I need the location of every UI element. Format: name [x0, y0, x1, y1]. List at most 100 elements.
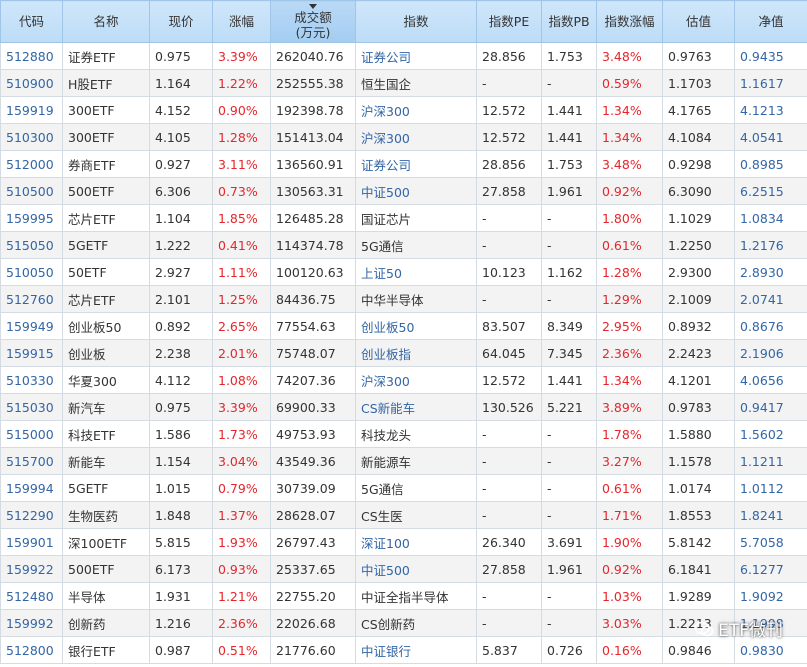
cell-code[interactable]: 512290	[0, 501, 63, 529]
cell-nav[interactable]: 2.8930	[734, 258, 807, 286]
cell-index[interactable]: 证券公司	[355, 150, 477, 178]
cell-nav[interactable]: 1.5602	[734, 420, 807, 448]
column-header-volume[interactable]: 成交额 (万元)	[270, 0, 356, 43]
cell-index[interactable]: 创业板指	[355, 339, 477, 367]
cell-nav[interactable]: 1.0834	[734, 204, 807, 232]
cell-index-change: 1.28%	[596, 258, 663, 286]
table-row[interactable]: 510900 H股ETF 1.164 1.22% 252555.38 恒生国企 - -0.59…	[0, 69, 807, 97]
column-header-index-pe[interactable]: 指数PE	[476, 0, 542, 43]
cell-nav[interactable]: 6.1277	[734, 555, 807, 583]
table-row[interactable]: 515030 新汽车 0.975 3.39% 69900.33 CS新能车 130.526 5…	[0, 393, 807, 421]
column-header-nav[interactable]: 净值	[734, 0, 807, 43]
cell-code[interactable]: 159994	[0, 474, 63, 502]
cell-code[interactable]: 512760	[0, 285, 63, 313]
cell-nav[interactable]: 6.2515	[734, 177, 807, 205]
cell-nav[interactable]: 4.0656	[734, 366, 807, 394]
column-header-price[interactable]: 现价	[149, 0, 213, 43]
cell-index-pe: -	[476, 204, 542, 232]
table-row[interactable]: 510330 华夏300 4.112 1.08% 74207.36 沪深300 12.572…	[0, 366, 807, 394]
cell-nav[interactable]: 1.1998	[734, 609, 807, 637]
cell-code[interactable]: 512480	[0, 582, 63, 610]
table-row[interactable]: 510050 50ETF 2.927 1.11% 100120.63 上证50 10.123…	[0, 258, 807, 286]
table-row[interactable]: 159992 创新药 1.216 2.36% 22026.68 CS创新药 - -3.03% 1…	[0, 609, 807, 637]
cell-index[interactable]: 证券公司	[355, 42, 477, 70]
cell-index[interactable]: 沪深300	[355, 366, 477, 394]
table-row[interactable]: 512000 券商ETF 0.927 3.11% 136560.91 证券公司 28.856…	[0, 150, 807, 178]
table-row[interactable]: 512290 生物医药 1.848 1.37% 28628.07 CS生医 - -1.71% 1…	[0, 501, 807, 529]
cell-code[interactable]: 510050	[0, 258, 63, 286]
cell-code[interactable]: 510330	[0, 366, 63, 394]
table-row[interactable]: 159995 芯片ETF 1.104 1.85% 126485.28 国证芯片 - -1.80…	[0, 204, 807, 232]
column-header-index[interactable]: 指数	[355, 0, 477, 43]
cell-code[interactable]: 159995	[0, 204, 63, 232]
cell-index[interactable]: 深证100	[355, 528, 477, 556]
table-row[interactable]: 515050 5GETF 1.222 0.41% 114374.78 5G通信 - -0.61…	[0, 231, 807, 259]
table-row[interactable]: 159919 300ETF 4.152 0.90% 192398.78 沪深300 12.5…	[0, 96, 807, 124]
cell-index[interactable]: 创业板50	[355, 312, 477, 340]
table-row[interactable]: 512760 芯片ETF 2.101 1.25% 84436.75 中华半导体 - -1.29…	[0, 285, 807, 313]
cell-code[interactable]: 515030	[0, 393, 63, 421]
cell-code[interactable]: 510500	[0, 177, 63, 205]
cell-valuation: 5.8142	[662, 528, 735, 556]
cell-volume: 192398.78	[270, 96, 356, 124]
cell-nav[interactable]: 0.9435	[734, 42, 807, 70]
cell-code[interactable]: 159949	[0, 312, 63, 340]
column-header-index-change[interactable]: 指数涨幅	[596, 0, 663, 43]
cell-nav[interactable]: 0.8676	[734, 312, 807, 340]
cell-code[interactable]: 512880	[0, 42, 63, 70]
table-row[interactable]: 159915 创业板 2.238 2.01% 75748.07 创业板指 64.045 7.3…	[0, 339, 807, 367]
cell-index[interactable]: 中证500	[355, 555, 477, 583]
cell-index[interactable]: 中证银行	[355, 636, 477, 664]
table-row[interactable]: 512880 证券ETF 0.975 3.39% 262040.76 证券公司 28.856…	[0, 42, 807, 70]
cell-code[interactable]: 159992	[0, 609, 63, 637]
cell-index[interactable]: CS新能车	[355, 393, 477, 421]
cell-nav[interactable]: 1.8241	[734, 501, 807, 529]
cell-code[interactable]: 159922	[0, 555, 63, 583]
cell-index[interactable]: 沪深300	[355, 96, 477, 124]
table-row[interactable]: 159922 500ETF 6.173 0.93% 25337.65 中证500 27.85…	[0, 555, 807, 583]
table-row[interactable]: 515700 新能车 1.154 3.04% 43549.36 新能源车 - -3.27% 1.…	[0, 447, 807, 475]
table-row[interactable]: 159901 深100ETF 5.815 1.93% 26797.43 深证100 26.3…	[0, 528, 807, 556]
cell-nav[interactable]: 0.9830	[734, 636, 807, 664]
cell-nav[interactable]: 2.1906	[734, 339, 807, 367]
cell-nav[interactable]: 1.2176	[734, 231, 807, 259]
cell-nav[interactable]: 1.1617	[734, 69, 807, 97]
cell-code[interactable]: 512000	[0, 150, 63, 178]
table-row[interactable]: 159994 5GETF 1.015 0.79% 30739.09 5G通信 - -0.61%…	[0, 474, 807, 502]
cell-nav[interactable]: 1.9092	[734, 582, 807, 610]
cell-price: 2.101	[149, 285, 213, 313]
cell-nav[interactable]: 0.8985	[734, 150, 807, 178]
cell-nav[interactable]: 2.0741	[734, 285, 807, 313]
cell-nav[interactable]: 0.9417	[734, 393, 807, 421]
cell-index[interactable]: 上证50	[355, 258, 477, 286]
cell-index[interactable]: 沪深300	[355, 123, 477, 151]
table-row[interactable]: 512800 银行ETF 0.987 0.51% 21776.60 中证银行 5.837 0.…	[0, 636, 807, 664]
table-row[interactable]: 515000 科技ETF 1.586 1.73% 49753.93 科技龙头 - -1.78%…	[0, 420, 807, 448]
cell-nav[interactable]: 4.0541	[734, 123, 807, 151]
table-row[interactable]: 510500 500ETF 6.306 0.73% 130563.31 中证500 27.8…	[0, 177, 807, 205]
column-header-valuation[interactable]: 估值	[662, 0, 735, 43]
cell-index-pb: 1.961	[541, 177, 597, 205]
column-header-change[interactable]: 涨幅	[212, 0, 271, 43]
cell-code[interactable]: 512800	[0, 636, 63, 664]
column-header-code[interactable]: 代码	[0, 0, 63, 43]
table-row[interactable]: 159949 创业板50 0.892 2.65% 77554.63 创业板50 83.507…	[0, 312, 807, 340]
cell-change: 0.93%	[212, 555, 271, 583]
table-row[interactable]: 512480 半导体 1.931 1.21% 22755.20 中证全指半导体 - -1.03…	[0, 582, 807, 610]
cell-code[interactable]: 510300	[0, 123, 63, 151]
cell-code[interactable]: 515000	[0, 420, 63, 448]
cell-code[interactable]: 159901	[0, 528, 63, 556]
cell-nav[interactable]: 4.1213	[734, 96, 807, 124]
cell-nav[interactable]: 1.1211	[734, 447, 807, 475]
cell-nav[interactable]: 1.0112	[734, 474, 807, 502]
cell-code[interactable]: 159915	[0, 339, 63, 367]
cell-code[interactable]: 515700	[0, 447, 63, 475]
cell-code[interactable]: 515050	[0, 231, 63, 259]
column-header-name[interactable]: 名称	[62, 0, 150, 43]
column-header-index-pb[interactable]: 指数PB	[541, 0, 597, 43]
cell-nav[interactable]: 5.7058	[734, 528, 807, 556]
cell-code[interactable]: 510900	[0, 69, 63, 97]
table-row[interactable]: 510300 300ETF 4.105 1.28% 151413.04 沪深300 12.5…	[0, 123, 807, 151]
cell-code[interactable]: 159919	[0, 96, 63, 124]
cell-index[interactable]: 中证500	[355, 177, 477, 205]
